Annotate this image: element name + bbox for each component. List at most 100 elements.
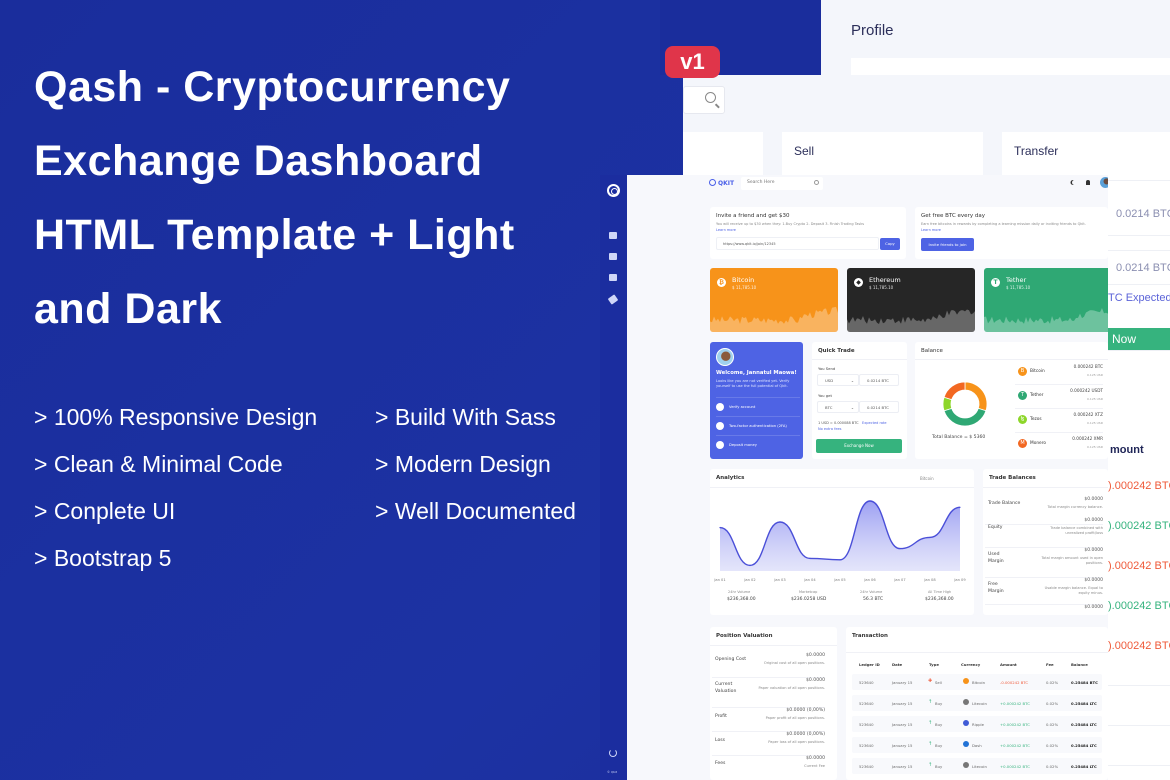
position-valuation-title: Position Valuation [716,633,773,639]
row-value: $0.0000 [806,653,825,658]
send-amount-value: 0.0214 BTC [867,378,889,383]
free-btc-learn-more-link[interactable]: Learn more [921,228,941,232]
coin-price: $ 11,785.10 [1006,285,1031,290]
ethereum-icon: ◆ [854,278,863,287]
user-avatar[interactable] [1100,177,1108,188]
table-row[interactable]: 523640 January 15 Buy Litecoin +0.000242 BTC… [852,695,1102,711]
coin-name: Bitcoin [732,276,755,284]
position-row: Loss $0.0000 (0,00%) Paper loss of all ope… [712,732,825,756]
cell-fee: 0.02% [1046,722,1059,727]
dark-mode-toggle-icon[interactable] [1072,180,1077,185]
copyright: © Qkit [607,770,618,774]
buy-arrow-icon: ↑ [928,699,933,705]
coin-card-bitcoin[interactable]: ₿ Bitcoin $ 11,785.10 [710,268,838,332]
monero-icon: M [1018,439,1027,448]
column-header: Date [892,662,903,667]
coin-card-tether[interactable]: T Tether $ 11,785.10 [984,268,1108,332]
litecoin-icon [963,699,969,705]
coin-name: Tether [1006,276,1027,284]
expected-rate-link[interactable]: Expected rate [862,421,887,425]
trade-balance-row: Free Margin $0.0000 Usable margin balance.… [985,578,1103,605]
exchange-now-button[interactable]: Exchange Now [816,439,902,453]
position-row: Current Valuation $0.0000 Paper valuation … [712,678,825,708]
bitcoin-icon [963,678,969,684]
balance-item[interactable]: T Tether 0.000242 USDT 0.125 USD [1015,385,1103,409]
column-header: Currency [961,662,981,667]
ripple-icon [963,720,969,726]
invite-card: Invite a friend and get $30 You will rec… [710,207,906,259]
home-icon[interactable] [609,232,617,239]
two-factor-step[interactable]: Two-factor authentication (2FA) [716,416,800,434]
table-row[interactable]: 523640 January 15 Buy Ripple +0.000242 BTC 0.… [852,716,1102,732]
invite-friends-button[interactable]: Invite friends to join [921,238,974,251]
table-row[interactable]: 523640 January 15 Sell Bitcoin -0.000242 BTC… [852,674,1102,690]
deposit-money-step[interactable]: Deposit money [716,435,800,453]
row-label: Loss [715,738,726,743]
buy-arrow-icon: ↑ [928,741,933,747]
cell-ledger-id: 523640 [859,680,874,685]
row-value: $0.0000 [1084,518,1103,523]
chart-point [809,557,811,559]
cell-type: Buy [935,743,943,748]
copy-button[interactable]: Copy [880,238,900,250]
cell-ledger-id: 523640 [859,743,874,748]
row-label: Equity [988,525,1003,530]
ticket-icon[interactable] [607,294,619,305]
send-currency-select[interactable]: USD ⌄ [817,374,859,386]
cell-type: Sell [935,680,942,685]
invite-learn-more-link[interactable]: Learn more [716,228,736,232]
free-btc-title: Get free BTC every day [921,213,985,219]
balance-item[interactable]: ꜩ Tezos 0.000242 XTZ 0.125 USD [1015,409,1103,433]
get-amount-input[interactable]: 0.0214 BTC [859,401,899,413]
row-desc: Total margin amount used in open positio… [1041,556,1103,565]
balance-value: 0.000242 BTC [1073,364,1103,369]
wallet-icon[interactable] [609,253,617,260]
check-icon [716,403,724,411]
balance-value: 0.000242 XTZ [1073,412,1103,417]
expected-rate-link[interactable]: TC Expected r [1108,292,1170,304]
donut-slice-tether [943,407,987,427]
amount-header: mount [1110,444,1144,456]
cross-icon [716,422,724,430]
transaction-title: Transaction [852,633,888,639]
balance-coin-name: Monero [1030,441,1047,446]
row-desc: Paper valuation of all open positions. [758,686,825,690]
notification-bell-icon[interactable] [1086,180,1090,185]
cell-currency: Litecoin [972,701,987,706]
table-row[interactable]: 523640 January 15 Buy Dash +0.000242 BTC 0.02… [852,737,1102,753]
row-label: Profit [715,714,727,719]
row-desc: Usable margin balance. Equal to equity m… [1044,586,1103,595]
exchange-now-button[interactable]: Now [1108,328,1170,350]
cell-date: January 15 [892,722,913,727]
welcome-title: Welcome, Jannatul Maowa! [716,370,797,376]
invite-link-value: https://www.qkit.io/join/12345 [723,242,776,246]
row-desc: Trade balance combined with unrealized p… [1050,526,1103,535]
balance-usd: 0.125 USD [1087,421,1103,425]
coin-card-ethereum[interactable]: ◆ Ethereum $ 11,785.10 [847,268,975,332]
logo-icon[interactable] [607,184,620,197]
profile-tabbar [851,58,1170,75]
invite-link-input[interactable]: https://www.qkit.io/join/12345 [716,237,879,250]
row-label: Trade Balance [988,501,1021,506]
row-value: $0.0000 [806,678,825,683]
verify-account-step[interactable]: Verify account [716,397,800,415]
logout-icon[interactable] [609,749,617,757]
balance-item[interactable]: M Monero 0.000242 XMR 0.125 USD [1015,433,1103,457]
balance-item[interactable]: B Bitcoin 0.000242 BTC 0.125 USD [1015,361,1103,385]
send-amount-input[interactable]: 0.0214 BTC [859,374,899,386]
analytics-card: Analytics Bitcoin Jan 01 Jan 02 Jan 03 Jan … [710,469,974,615]
coin-name: Ethereum [869,276,901,284]
hero-title-line: and Dark [34,285,223,333]
table-row[interactable]: 523640 January 15 Buy Litecoin +0.000242 BTC… [852,758,1102,774]
column-header: Type [929,662,939,667]
trade-balances-title: Trade Balances [989,475,1036,481]
profile-search-button[interactable] [683,86,725,114]
no-fees-link[interactable]: No extra fees [818,427,841,431]
analytics-filter-select[interactable]: Bitcoin [920,476,934,481]
get-currency-select[interactable]: BTC ⌄ [817,401,859,413]
search-input[interactable]: Search Here [741,177,823,190]
chart-point [749,564,751,566]
cell-type: Buy [935,764,943,769]
row-value: $0.0000 (0,00%) [786,732,825,737]
card-icon[interactable] [609,274,617,281]
